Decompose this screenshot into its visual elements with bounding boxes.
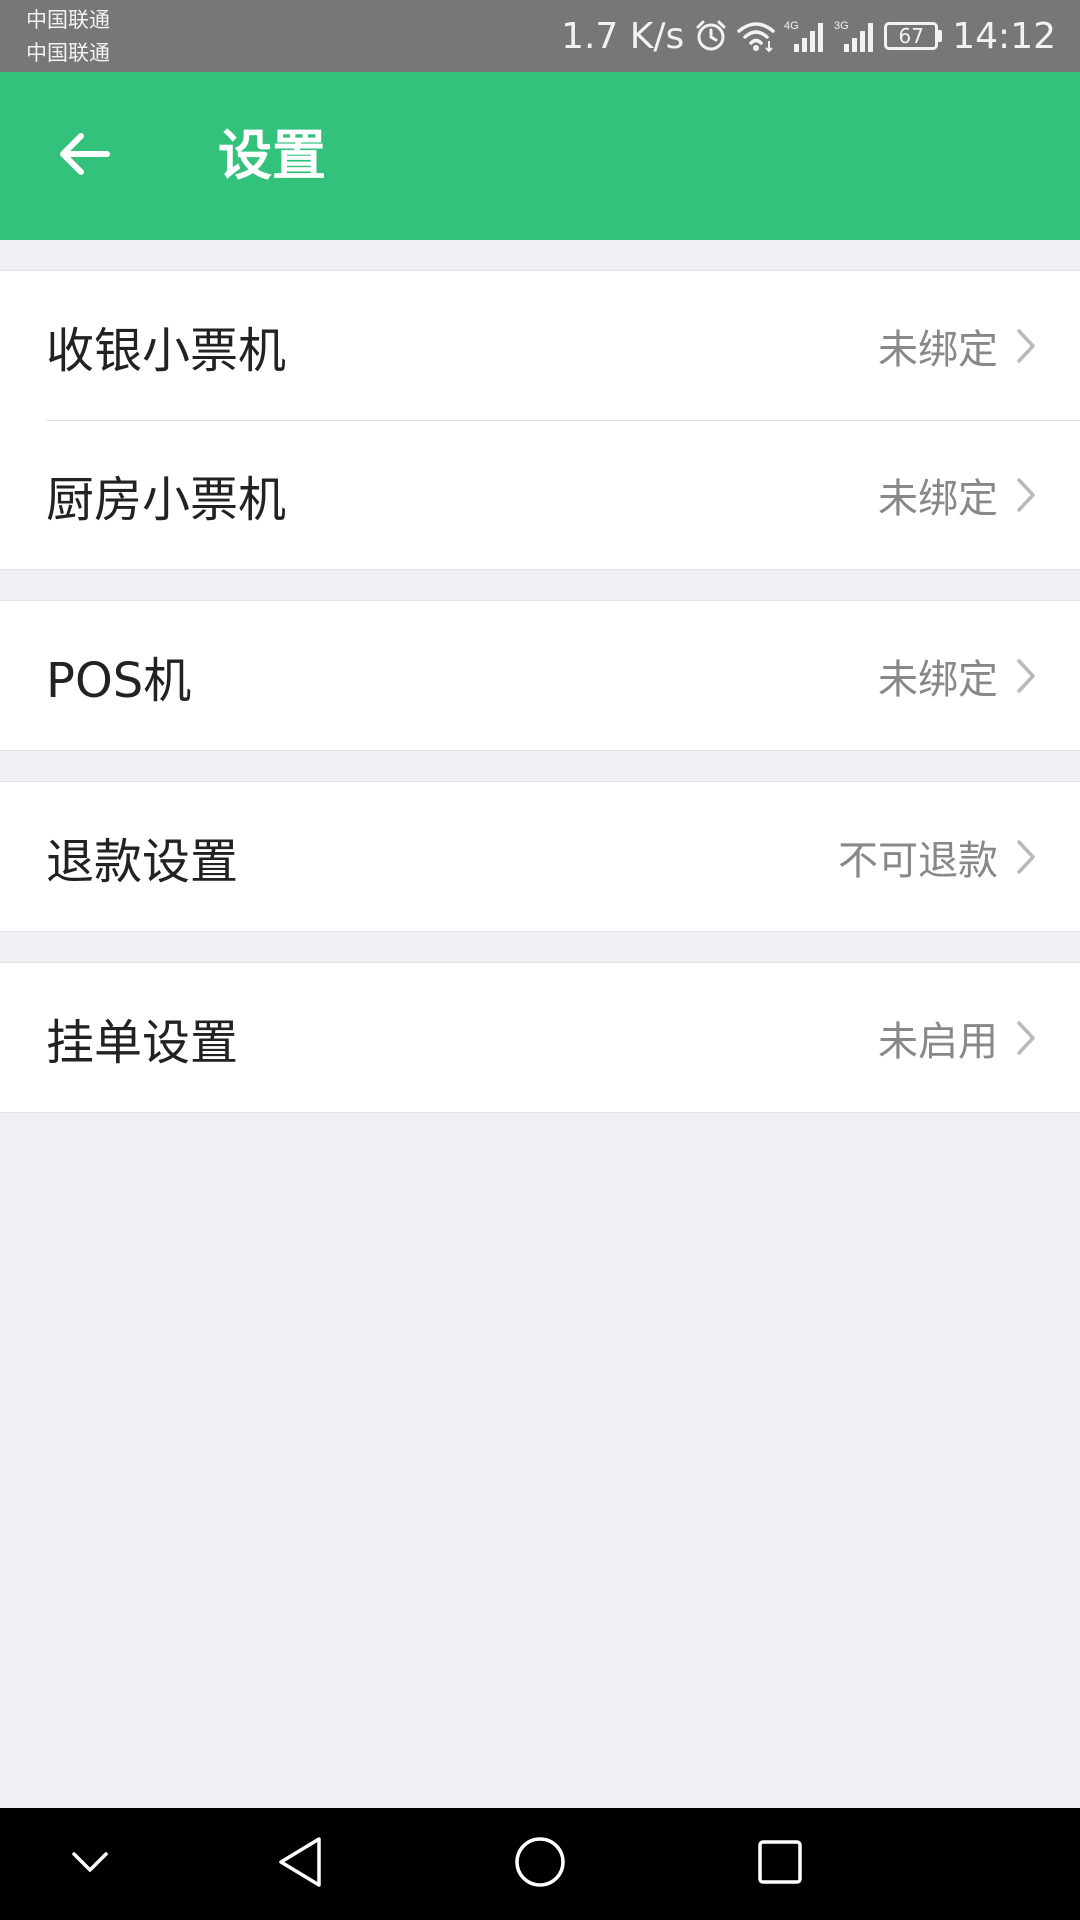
recents-square-icon (756, 1838, 804, 1890)
signal-4g-label: 4G (784, 20, 799, 32)
setting-row-cashier-printer[interactable]: 收银小票机 未绑定 (0, 271, 1080, 420)
wifi-icon (736, 19, 776, 53)
settings-list: 收银小票机 未绑定 厨房小票机 未绑定 POS机 未绑定 退款设置 不可退款 挂… (0, 240, 1080, 1113)
setting-value: 未绑定 (878, 475, 998, 522)
setting-row-pending-order[interactable]: 挂单设置 未启用 (0, 963, 1080, 1112)
setting-label: 退款设置 (46, 833, 239, 890)
settings-group-refund: 退款设置 不可退款 (0, 781, 1080, 932)
battery-level: 67 (884, 22, 939, 50)
setting-row-kitchen-printer[interactable]: 厨房小票机 未绑定 (0, 420, 1080, 569)
nav-home-button[interactable] (480, 1808, 600, 1920)
setting-value: 不可退款 (838, 837, 998, 884)
clock: 14:12 (952, 15, 1056, 57)
setting-label: 收银小票机 (46, 322, 287, 379)
signal-4g-icon: 4G (784, 18, 826, 54)
home-circle-icon (513, 1835, 567, 1893)
setting-value: 未绑定 (878, 326, 998, 373)
settings-group-printers: 收银小票机 未绑定 厨房小票机 未绑定 (0, 270, 1080, 570)
signal-3g-icon: 3G (834, 18, 876, 54)
battery-icon: 67 (884, 22, 943, 50)
chevron-right-icon (1014, 1020, 1038, 1056)
network-speed: 1.7 K/s (561, 15, 685, 57)
nav-back-button[interactable] (240, 1808, 360, 1920)
setting-label: POS机 (46, 652, 192, 709)
setting-row-refund[interactable]: 退款设置 不可退款 (0, 782, 1080, 931)
chevron-down-icon (68, 1848, 112, 1880)
setting-label: 厨房小票机 (46, 471, 287, 528)
settings-group-pending-order: 挂单设置 未启用 (0, 962, 1080, 1113)
setting-row-pos[interactable]: POS机 未绑定 (0, 601, 1080, 750)
chevron-right-icon (1014, 477, 1038, 513)
chevron-right-icon (1014, 328, 1038, 364)
setting-label: 挂单设置 (46, 1014, 239, 1071)
setting-value: 未启用 (878, 1018, 998, 1065)
page-title: 设置 (218, 124, 326, 187)
status-indicators: 1.7 K/s 4G 3G 67 14:12 (561, 0, 1056, 72)
settings-group-pos: POS机 未绑定 (0, 600, 1080, 751)
signal-3g-label: 3G (834, 20, 849, 32)
back-button[interactable] (44, 116, 124, 196)
app-bar: 设置 (0, 72, 1080, 240)
back-triangle-icon (275, 1835, 325, 1893)
setting-value: 未绑定 (878, 656, 998, 703)
alarm-icon (694, 19, 728, 53)
status-bar: 中国联通 中国联通 1.7 K/s 4G 3G 67 14:12 (0, 0, 1080, 72)
carrier-name-2: 中国联通 (26, 41, 110, 65)
arrow-left-icon (57, 131, 111, 181)
carrier-name-1: 中国联通 (26, 8, 110, 32)
nav-recents-button[interactable] (720, 1808, 840, 1920)
chevron-right-icon (1014, 839, 1038, 875)
system-nav-bar (0, 1808, 1080, 1920)
hide-nav-button[interactable] (30, 1808, 150, 1920)
chevron-right-icon (1014, 658, 1038, 694)
